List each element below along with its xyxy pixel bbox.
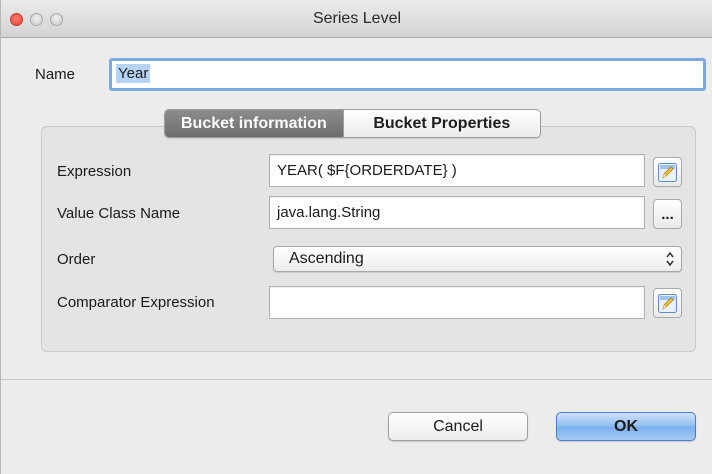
tab-bucket-properties[interactable]: Bucket Properties [342,110,540,137]
edit-comparator-button[interactable] [653,288,682,318]
edit-expression-icon [658,294,677,313]
name-label: Name [35,66,76,83]
cancel-button[interactable]: Cancel [388,412,528,441]
order-label: Order [57,251,96,268]
up-down-chevron-icon [666,251,674,267]
comparator-label: Comparator Expression [57,294,215,311]
tab-bar: Bucket information Bucket Properties [164,109,541,138]
name-input[interactable]: Year [109,58,706,91]
footer-separator [1,379,712,380]
value-class-label: Value Class Name [57,205,181,222]
expression-label: Expression [57,163,132,180]
edit-expression-button[interactable] [653,157,682,187]
ellipsis-label: ... [661,206,674,223]
browse-class-button[interactable]: ... [653,199,682,229]
series-level-dialog: Series Level Name Year Bucket informatio… [0,0,712,474]
value-class-field[interactable]: java.lang.String [269,196,645,229]
expression-field[interactable]: YEAR( $F{ORDERDATE} ) [269,154,645,187]
ok-button[interactable]: OK [556,412,696,441]
title-bar[interactable]: Series Level [1,0,712,38]
name-input-value: Year [116,64,151,83]
tab-bucket-information[interactable]: Bucket information [165,110,343,137]
window-title: Series Level [312,10,402,27]
order-select-value: Ascending [289,250,364,267]
comparator-field[interactable] [269,286,645,319]
edit-expression-icon [658,163,677,182]
order-select[interactable]: Ascending [273,246,682,272]
